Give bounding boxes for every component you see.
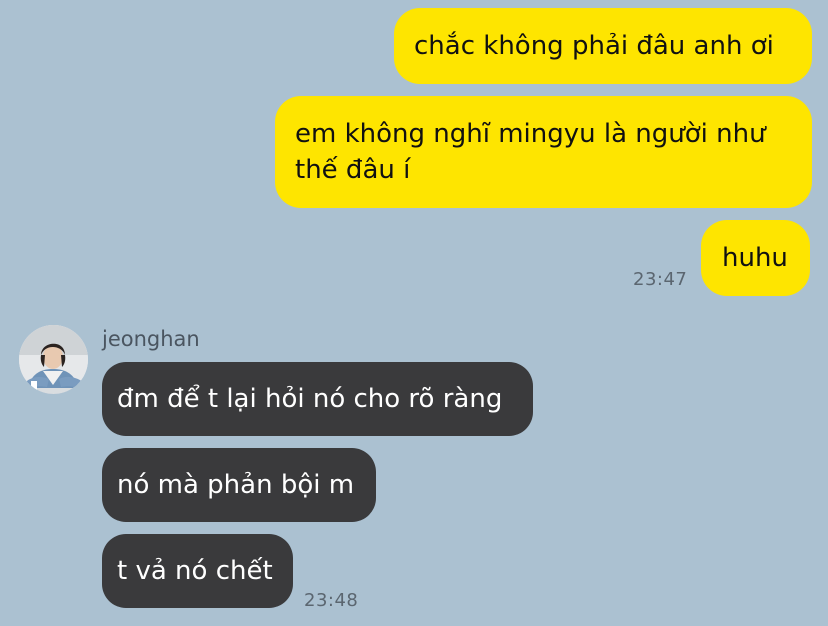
message-timestamp: 23:48 [304,590,359,611]
avatar[interactable] [19,325,88,394]
outgoing-message-1[interactable]: chắc không phải đâu anh ơi [394,8,812,84]
message-text: t vả nó chết [117,556,273,586]
message-text-line-2: thế đâu í [295,155,411,185]
incoming-message-2[interactable]: nó mà phản bội m [102,448,376,522]
incoming-message-3[interactable]: t vả nó chết [102,534,293,608]
message-text-line-1: em không nghĩ mingyu là người như [295,119,766,149]
message-text: huhu [722,243,788,273]
sender-name[interactable]: jeonghan [102,327,200,351]
incoming-message-1[interactable]: đm để t lại hỏi nó cho rõ ràng [102,362,533,436]
message-text: đm để t lại hỏi nó cho rõ ràng [117,384,503,414]
message-text: chắc không phải đâu anh ơi [414,31,774,61]
profile-photo-icon [19,325,88,394]
message-timestamp: 23:47 [633,269,688,290]
message-text: nó mà phản bội m [117,470,355,500]
outgoing-message-3[interactable]: huhu [701,220,810,296]
outgoing-message-2[interactable]: em không nghĩ mingyu là người như thế đâ… [275,96,812,208]
